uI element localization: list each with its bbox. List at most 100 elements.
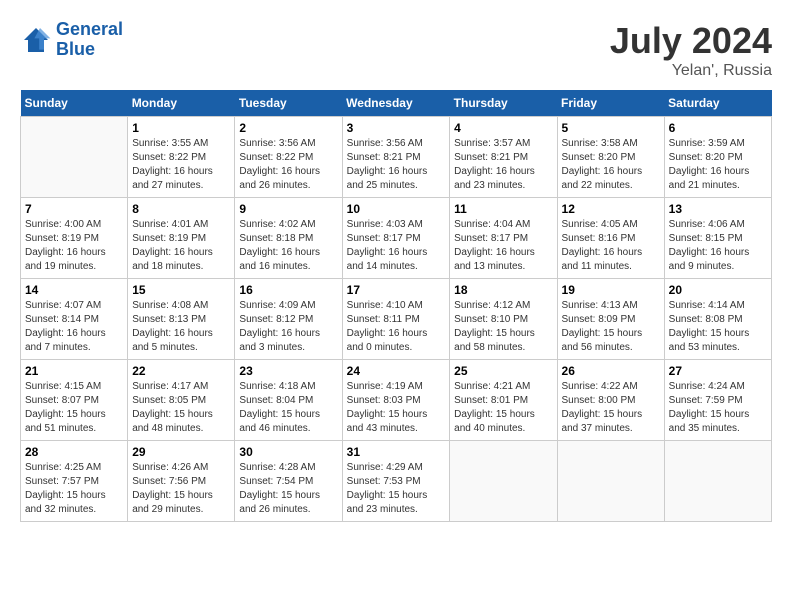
day-info: Sunrise: 3:55 AMSunset: 8:22 PMDaylight:… xyxy=(132,137,230,193)
day-info: Sunrise: 4:28 AMSunset: 7:54 PMDaylight:… xyxy=(239,461,337,517)
day-number: 6 xyxy=(669,121,767,135)
day-number: 12 xyxy=(562,202,660,216)
day-info: Sunrise: 4:03 AMSunset: 8:17 PMDaylight:… xyxy=(347,218,446,274)
day-number: 11 xyxy=(454,202,552,216)
day-info: Sunrise: 4:13 AMSunset: 8:09 PMDaylight:… xyxy=(562,299,660,355)
calendar-cell: 5Sunrise: 3:58 AMSunset: 8:20 PMDaylight… xyxy=(557,117,664,198)
calendar-cell: 21 Sunrise: 4:15 AMSunset: 8:07 PMDayligh… xyxy=(21,360,128,441)
day-info: Sunrise: 3:58 AMSunset: 8:20 PMDaylight:… xyxy=(562,137,660,193)
day-number: 26 xyxy=(562,364,660,378)
day-info: Sunrise: 4:09 AMSunset: 8:12 PMDaylight:… xyxy=(239,299,337,355)
day-info: Sunrise: 4:04 AMSunset: 8:17 PMDaylight:… xyxy=(454,218,552,274)
calendar-cell: 2 Sunrise: 3:56 AMSunset: 8:22 PMDaylight… xyxy=(235,117,342,198)
calendar-cell: 30 Sunrise: 4:28 AMSunset: 7:54 PMDayligh… xyxy=(235,441,342,522)
calendar-cell: 26 Sunrise: 4:22 AMSunset: 8:00 PMDayligh… xyxy=(557,360,664,441)
calendar-cell: 4 Sunrise: 3:57 AMSunset: 8:21 PMDaylight… xyxy=(450,117,557,198)
day-info: Sunrise: 4:14 AMSunset: 8:08 PMDaylight:… xyxy=(669,299,767,355)
calendar-cell: 24Sunrise: 4:19 AMSunset: 8:03 PMDayligh… xyxy=(342,360,450,441)
day-info: Sunrise: 3:56 AMSunset: 8:22 PMDaylight:… xyxy=(239,137,337,193)
day-number: 10 xyxy=(347,202,446,216)
page-header: General Blue July 2024 Yelan', Russia xyxy=(20,20,772,80)
calendar-cell: 7 Sunrise: 4:00 AMSunset: 8:19 PMDaylight… xyxy=(21,198,128,279)
day-number: 19 xyxy=(562,283,660,297)
day-number: 23 xyxy=(239,364,337,378)
day-info: Sunrise: 4:22 AMSunset: 8:00 PMDaylight:… xyxy=(562,380,660,436)
calendar-table: SundayMondayTuesdayWednesdayThursdayFrid… xyxy=(20,90,772,522)
calendar-cell: 31 Sunrise: 4:29 AMSunset: 7:53 PMDayligh… xyxy=(342,441,450,522)
header-row: SundayMondayTuesdayWednesdayThursdayFrid… xyxy=(21,90,772,117)
calendar-cell: 17Sunrise: 4:10 AMSunset: 8:11 PMDayligh… xyxy=(342,279,450,360)
day-number: 4 xyxy=(454,121,552,135)
weekday-header: Monday xyxy=(128,90,235,117)
calendar-week-row: 21 Sunrise: 4:15 AMSunset: 8:07 PMDayligh… xyxy=(21,360,772,441)
day-number: 16 xyxy=(239,283,337,297)
calendar-cell: 23Sunrise: 4:18 AMSunset: 8:04 PMDayligh… xyxy=(235,360,342,441)
day-info: Sunrise: 3:57 AMSunset: 8:21 PMDaylight:… xyxy=(454,137,552,193)
day-number: 2 xyxy=(239,121,337,135)
month-title: July 2024 xyxy=(610,20,772,62)
logo-icon xyxy=(20,24,52,56)
calendar-week-row: 14Sunrise: 4:07 AMSunset: 8:14 PMDayligh… xyxy=(21,279,772,360)
calendar-cell: 8 Sunrise: 4:01 AMSunset: 8:19 PMDaylight… xyxy=(128,198,235,279)
calendar-cell: 13Sunrise: 4:06 AMSunset: 8:15 PMDayligh… xyxy=(664,198,771,279)
day-info: Sunrise: 4:02 AMSunset: 8:18 PMDaylight:… xyxy=(239,218,337,274)
calendar-week-row: 28Sunrise: 4:25 AMSunset: 7:57 PMDayligh… xyxy=(21,441,772,522)
day-number: 21 xyxy=(25,364,123,378)
calendar-week-row: 1 Sunrise: 3:55 AMSunset: 8:22 PMDaylight… xyxy=(21,117,772,198)
calendar-cell: 15 Sunrise: 4:08 AMSunset: 8:13 PMDayligh… xyxy=(128,279,235,360)
day-info: Sunrise: 4:29 AMSunset: 7:53 PMDaylight:… xyxy=(347,461,446,517)
calendar-cell: 12 Sunrise: 4:05 AMSunset: 8:16 PMDayligh… xyxy=(557,198,664,279)
calendar-cell xyxy=(557,441,664,522)
day-info: Sunrise: 3:59 AMSunset: 8:20 PMDaylight:… xyxy=(669,137,767,193)
day-info: Sunrise: 4:00 AMSunset: 8:19 PMDaylight:… xyxy=(25,218,123,274)
day-number: 1 xyxy=(132,121,230,135)
calendar-cell xyxy=(664,441,771,522)
calendar-cell: 16 Sunrise: 4:09 AMSunset: 8:12 PMDayligh… xyxy=(235,279,342,360)
day-number: 31 xyxy=(347,445,446,459)
weekday-header: Saturday xyxy=(664,90,771,117)
weekday-header: Sunday xyxy=(21,90,128,117)
calendar-cell: 22Sunrise: 4:17 AMSunset: 8:05 PMDayligh… xyxy=(128,360,235,441)
day-info: Sunrise: 4:01 AMSunset: 8:19 PMDaylight:… xyxy=(132,218,230,274)
weekday-header: Tuesday xyxy=(235,90,342,117)
day-info: Sunrise: 4:12 AMSunset: 8:10 PMDaylight:… xyxy=(454,299,552,355)
calendar-cell: 28Sunrise: 4:25 AMSunset: 7:57 PMDayligh… xyxy=(21,441,128,522)
day-info: Sunrise: 4:21 AMSunset: 8:01 PMDaylight:… xyxy=(454,380,552,436)
day-info: Sunrise: 4:15 AMSunset: 8:07 PMDaylight:… xyxy=(25,380,123,436)
weekday-header: Friday xyxy=(557,90,664,117)
calendar-week-row: 7 Sunrise: 4:00 AMSunset: 8:19 PMDaylight… xyxy=(21,198,772,279)
calendar-cell: 19 Sunrise: 4:13 AMSunset: 8:09 PMDayligh… xyxy=(557,279,664,360)
calendar-cell: 3 Sunrise: 3:56 AMSunset: 8:21 PMDaylight… xyxy=(342,117,450,198)
calendar-cell: 14Sunrise: 4:07 AMSunset: 8:14 PMDayligh… xyxy=(21,279,128,360)
day-info: Sunrise: 4:24 AMSunset: 7:59 PMDaylight:… xyxy=(669,380,767,436)
calendar-cell: 27Sunrise: 4:24 AMSunset: 7:59 PMDayligh… xyxy=(664,360,771,441)
day-number: 20 xyxy=(669,283,767,297)
day-info: Sunrise: 4:08 AMSunset: 8:13 PMDaylight:… xyxy=(132,299,230,355)
day-number: 14 xyxy=(25,283,123,297)
calendar-cell xyxy=(450,441,557,522)
day-number: 8 xyxy=(132,202,230,216)
day-number: 22 xyxy=(132,364,230,378)
calendar-cell: 18 Sunrise: 4:12 AMSunset: 8:10 PMDayligh… xyxy=(450,279,557,360)
day-number: 18 xyxy=(454,283,552,297)
day-number: 30 xyxy=(239,445,337,459)
calendar-cell: 6 Sunrise: 3:59 AMSunset: 8:20 PMDaylight… xyxy=(664,117,771,198)
calendar-cell: 9 Sunrise: 4:02 AMSunset: 8:18 PMDaylight… xyxy=(235,198,342,279)
logo-text: General Blue xyxy=(56,20,123,60)
day-number: 15 xyxy=(132,283,230,297)
day-info: Sunrise: 3:56 AMSunset: 8:21 PMDaylight:… xyxy=(347,137,446,193)
title-block: July 2024 Yelan', Russia xyxy=(610,20,772,80)
day-info: Sunrise: 4:06 AMSunset: 8:15 PMDaylight:… xyxy=(669,218,767,274)
day-number: 3 xyxy=(347,121,446,135)
day-number: 25 xyxy=(454,364,552,378)
calendar-cell: 11 Sunrise: 4:04 AMSunset: 8:17 PMDayligh… xyxy=(450,198,557,279)
day-number: 7 xyxy=(25,202,123,216)
day-number: 28 xyxy=(25,445,123,459)
day-number: 9 xyxy=(239,202,337,216)
calendar-cell: 1 Sunrise: 3:55 AMSunset: 8:22 PMDaylight… xyxy=(128,117,235,198)
logo: General Blue xyxy=(20,20,123,60)
day-info: Sunrise: 4:05 AMSunset: 8:16 PMDaylight:… xyxy=(562,218,660,274)
day-info: Sunrise: 4:26 AMSunset: 7:56 PMDaylight:… xyxy=(132,461,230,517)
day-info: Sunrise: 4:19 AMSunset: 8:03 PMDaylight:… xyxy=(347,380,446,436)
calendar-cell: 20 Sunrise: 4:14 AMSunset: 8:08 PMDayligh… xyxy=(664,279,771,360)
